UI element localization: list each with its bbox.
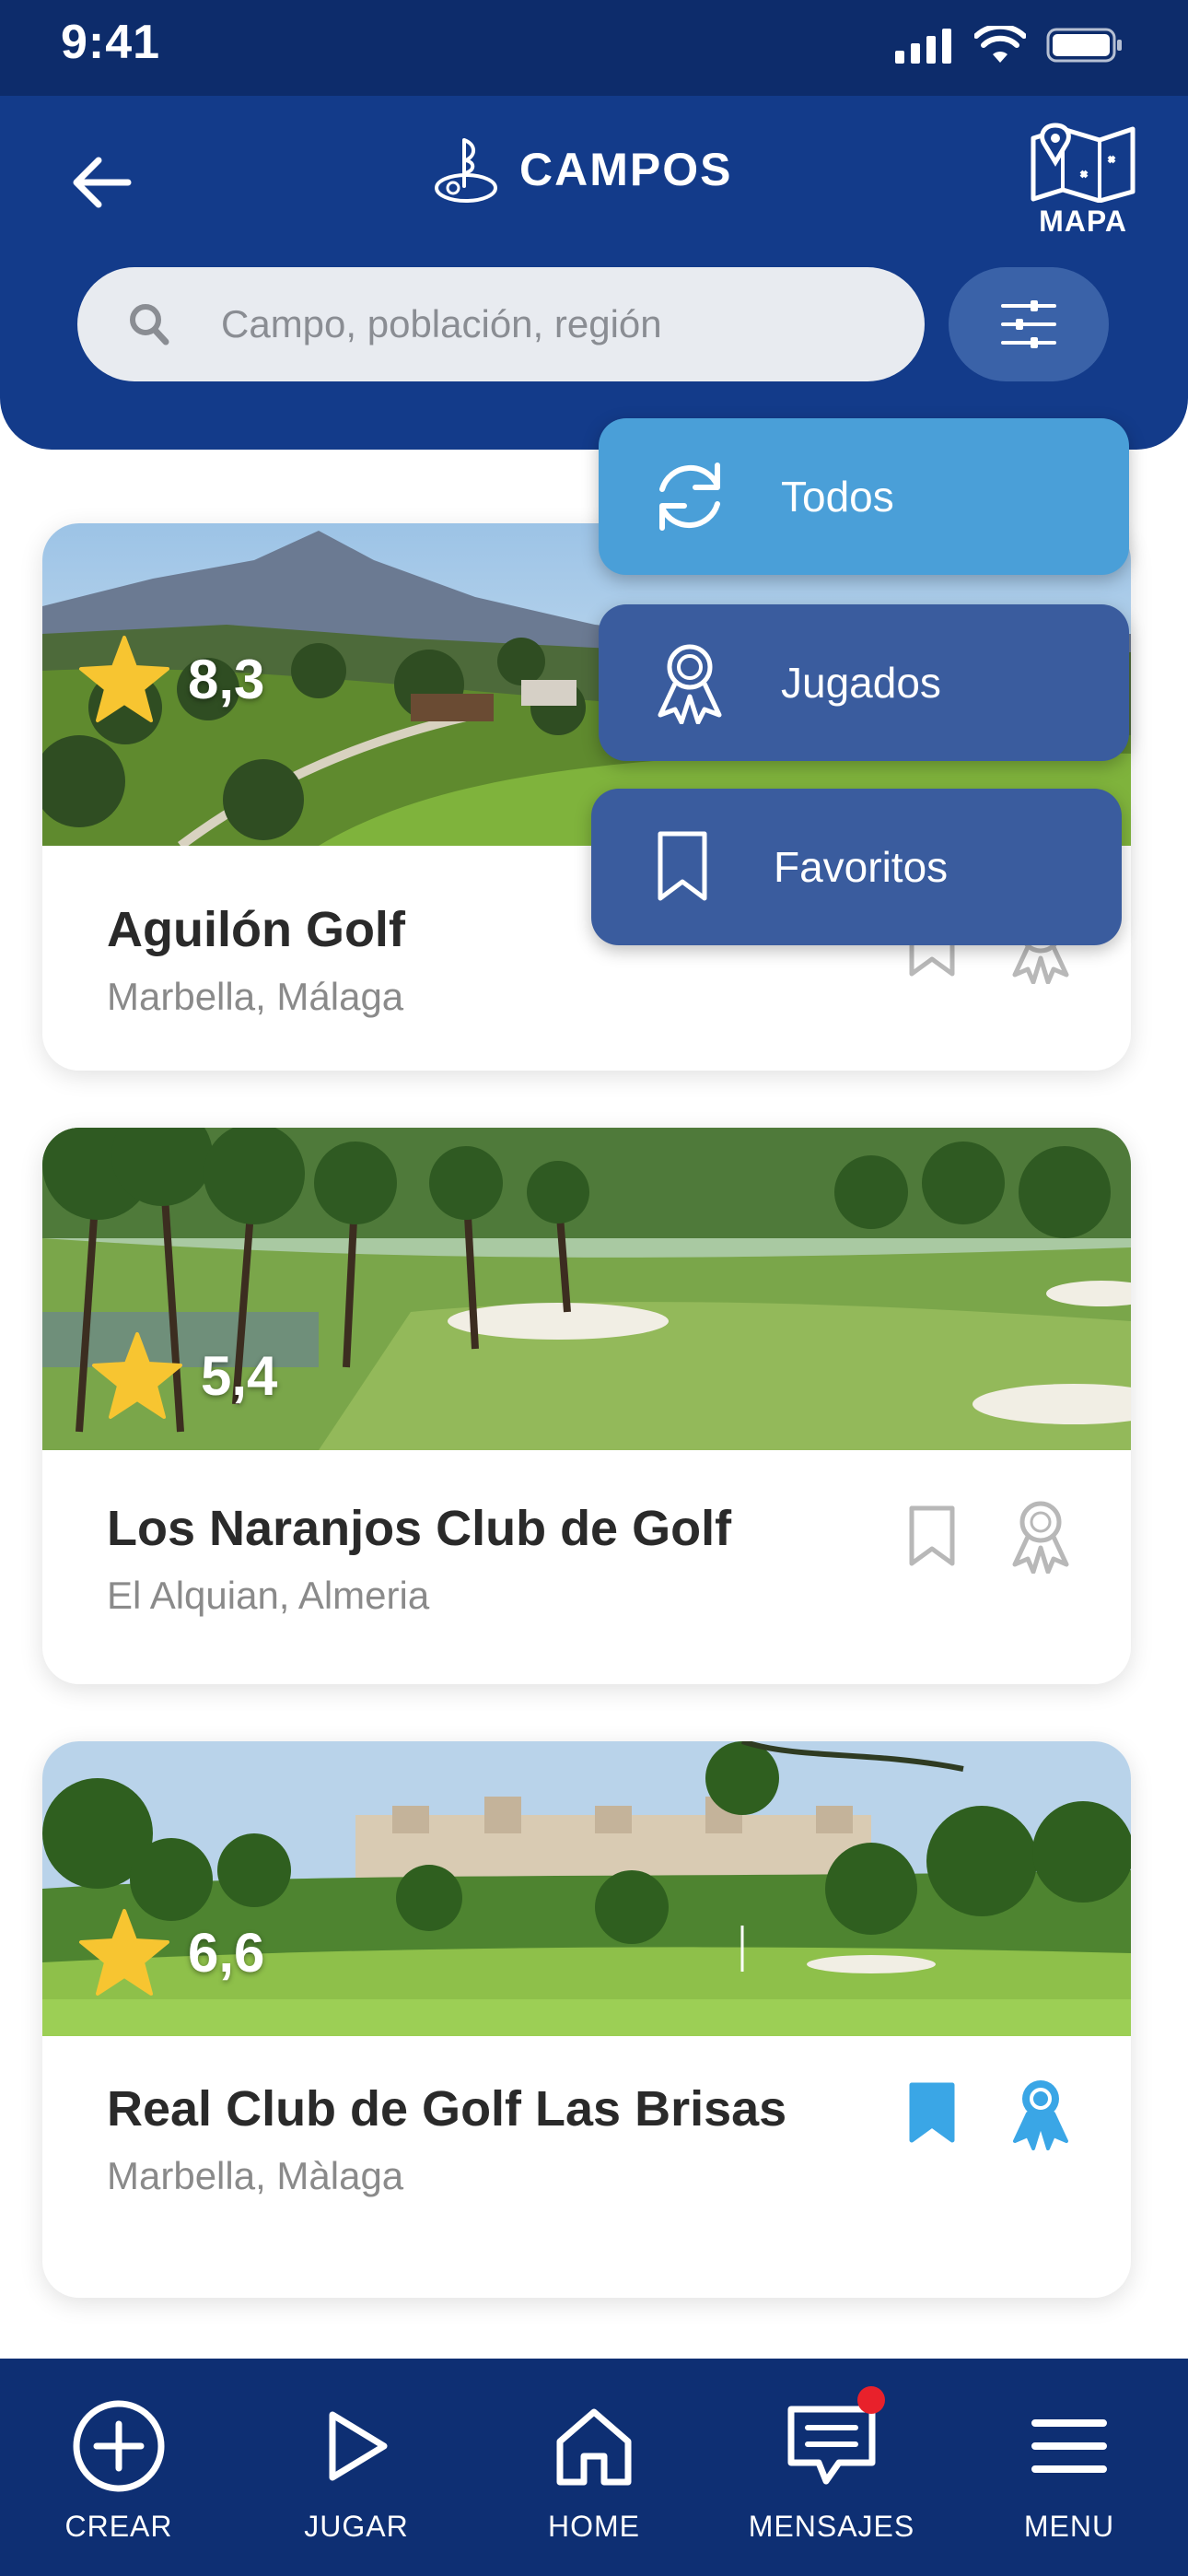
star-icon: [79, 1909, 169, 1996]
status-icons: [895, 26, 1124, 64]
rating-badge: 6,6: [77, 1907, 264, 1997]
status-time: 9:41: [61, 16, 161, 69]
rating-value: 8,3: [188, 648, 265, 710]
medal-icon: [648, 641, 731, 724]
map-button[interactable]: MAPA: [1019, 120, 1147, 249]
refresh-icon: [648, 455, 731, 538]
status-bar: 9:41: [0, 0, 1188, 96]
header: CAMPOS MAPA: [0, 96, 1188, 450]
back-button[interactable]: [64, 146, 138, 219]
search-input[interactable]: [221, 302, 903, 346]
nav-item-home[interactable]: HOME: [493, 2359, 695, 2576]
nav-label: HOME: [548, 2510, 640, 2543]
course-card[interactable]: 6,6 Real Club de Golf Las Brisas Marbell…: [42, 1741, 1131, 2298]
map-icon: [1031, 123, 1136, 203]
nav-label: CREAR: [64, 2510, 173, 2543]
course-location: Marbella, Màlaga: [107, 2154, 404, 2197]
nav-item-menu[interactable]: MENU: [968, 2359, 1171, 2576]
card-actions: [906, 2077, 1076, 2150]
back-arrow-icon: [73, 157, 132, 208]
rating-value: 6,6: [188, 1921, 265, 1984]
filter-option-jugados[interactable]: Jugados: [599, 604, 1129, 761]
battery-icon: [1046, 28, 1122, 63]
nav-label: JUGAR: [304, 2510, 409, 2543]
course-image: 5,4: [42, 1128, 1131, 1450]
wifi-icon: [974, 26, 1026, 63]
search-bar[interactable]: [77, 267, 925, 381]
course-location: El Alquian, Almeria: [107, 1574, 430, 1617]
search-icon: [129, 301, 175, 347]
map-label: MAPA: [1039, 205, 1127, 238]
card-actions: [906, 1500, 1076, 1574]
nav-item-mensajes[interactable]: MENSAJES: [730, 2359, 933, 2576]
signal-icon: [895, 29, 951, 64]
home-icon: [543, 2395, 645, 2497]
bookmark-icon[interactable]: [906, 1505, 958, 1569]
course-card[interactable]: 5,4 Los Naranjos Club de Golf El Alquian…: [42, 1128, 1131, 1684]
nav-item-crear[interactable]: CREAR: [17, 2359, 220, 2576]
nav-label: MENU: [1023, 2510, 1115, 2543]
bookmark-icon: [641, 825, 724, 908]
bottom-nav: CREAR JUGAR HOME MENSAJES MENU: [0, 2359, 1188, 2576]
sliders-icon: [1001, 300, 1056, 348]
rating-badge: 8,3: [77, 634, 264, 724]
filter-option-favoritos[interactable]: Favoritos: [591, 789, 1122, 945]
nav-label: MENSAJES: [748, 2510, 915, 2543]
rating-badge: 5,4: [90, 1330, 277, 1421]
filter-option-todos[interactable]: Todos: [599, 418, 1129, 575]
star-icon: [79, 636, 169, 722]
notification-dot: [857, 2386, 885, 2414]
filter-option-label: Jugados: [781, 659, 941, 707]
filter-option-label: Favoritos: [774, 843, 949, 891]
golf-flag-icon: [435, 138, 497, 203]
medal-filled-icon[interactable]: [1006, 2077, 1076, 2150]
page-title: CAMPOS: [433, 135, 732, 205]
filter-button[interactable]: [949, 267, 1109, 381]
star-icon: [92, 1332, 182, 1419]
hamburger-icon: [1019, 2395, 1120, 2497]
rating-value: 5,4: [201, 1344, 278, 1407]
bookmark-filled-icon[interactable]: [906, 2081, 958, 2146]
nav-item-jugar[interactable]: JUGAR: [255, 2359, 458, 2576]
play-icon: [306, 2395, 407, 2497]
title-text: CAMPOS: [519, 144, 733, 195]
plus-circle-icon: [68, 2395, 169, 2497]
medal-icon[interactable]: [1006, 1500, 1076, 1574]
filter-option-label: Todos: [781, 473, 894, 521]
course-image: 6,6: [42, 1741, 1131, 2036]
